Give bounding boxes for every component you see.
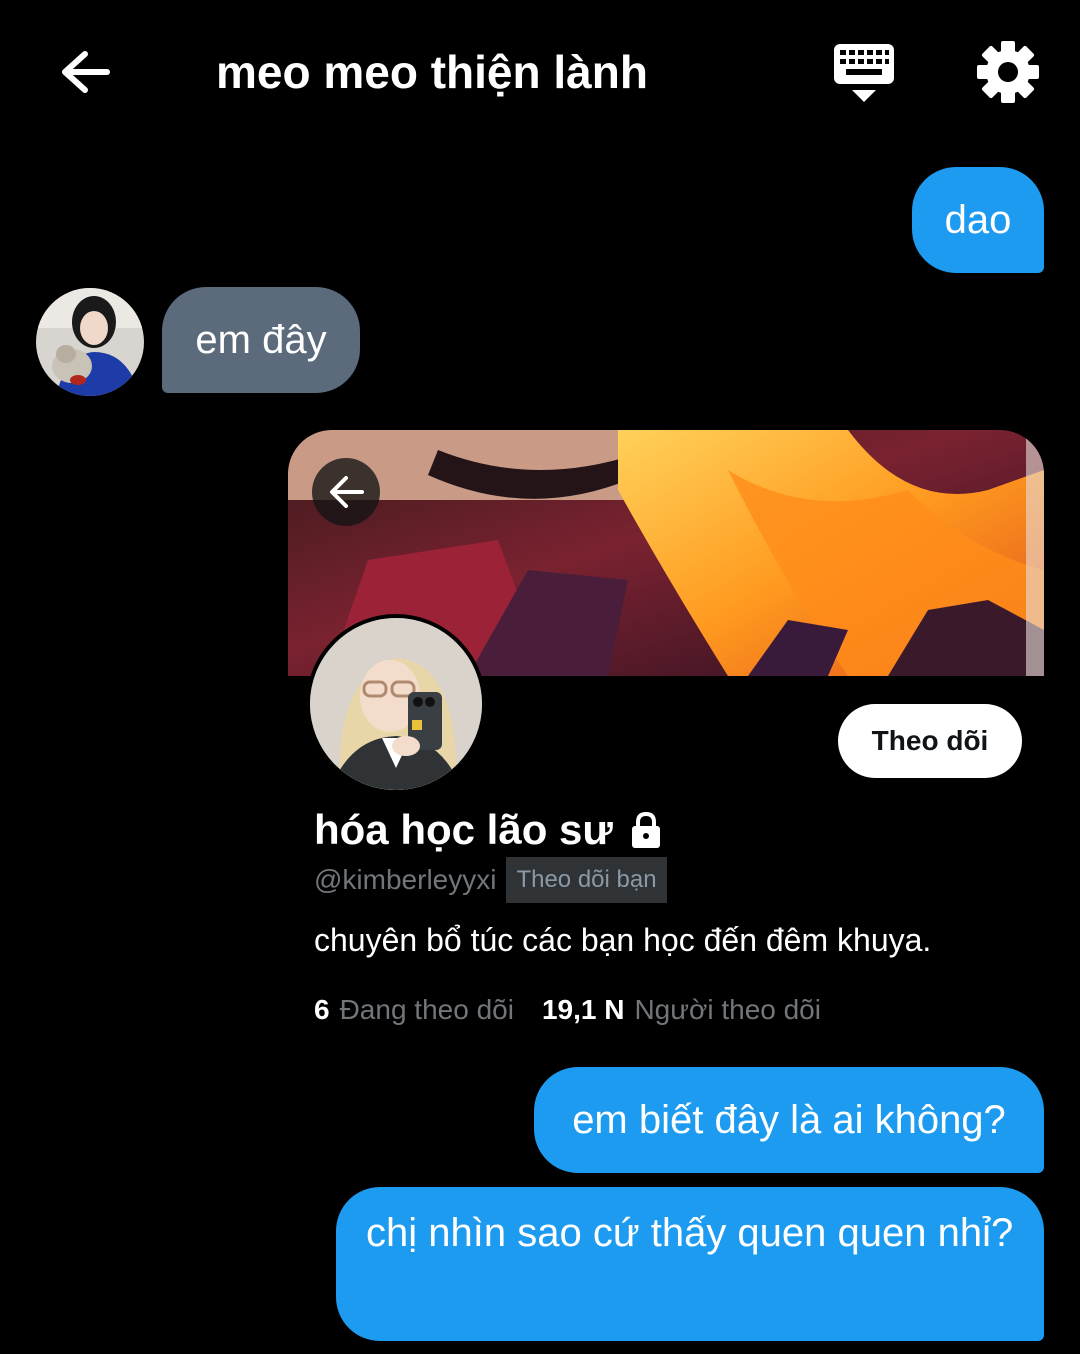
profile-back-button[interactable]: [312, 458, 380, 526]
followers-label: Người theo dõi: [634, 994, 821, 1025]
profile-bio: chuyên bổ túc các bạn học đến đêm khuya.: [314, 922, 932, 958]
avatar-photo: [310, 618, 482, 790]
conversation-title: meo meo thiện lành: [216, 46, 648, 98]
message-bubble-outgoing[interactable]: dao: [912, 167, 1044, 273]
avatar-photo: [36, 288, 144, 396]
followers-stat[interactable]: 19,1 N Người theo dõi: [542, 990, 821, 1030]
contact-avatar[interactable]: [36, 288, 144, 396]
following-label: Đang theo dõi: [339, 994, 514, 1025]
settings-button[interactable]: [972, 36, 1044, 108]
following-stat[interactable]: 6 Đang theo dõi: [314, 990, 514, 1030]
conversation-header: meo meo thiện lành: [0, 0, 1080, 140]
message-bubble-incoming[interactable]: em đây: [162, 287, 360, 393]
profile-handle: @kimberleyyxi: [314, 864, 497, 895]
display-name-text: hóa học lão sư: [314, 806, 613, 853]
following-count: 6: [314, 994, 330, 1025]
gear-icon: [977, 41, 1039, 103]
arrow-left-icon: [62, 51, 110, 93]
lock-icon: [631, 811, 660, 848]
message-bubble-outgoing[interactable]: chị nhìn sao cứ thấy quen quen nhỉ?: [336, 1187, 1044, 1341]
keyboard-toggle-button[interactable]: [826, 38, 902, 108]
profile-stats: 6 Đang theo dõi 19,1 N Người theo dõi: [314, 990, 821, 1030]
profile-display-name: hóa học lão sư: [314, 802, 663, 858]
arrow-left-icon: [330, 476, 364, 508]
follow-button[interactable]: Theo dõi: [838, 704, 1022, 778]
follows-you-badge: Theo dõi bạn: [506, 857, 667, 903]
profile-avatar[interactable]: [306, 614, 486, 794]
shared-profile-card[interactable]: Theo dõi hóa học lão sư @kimberleyyxi Th…: [288, 430, 1044, 1050]
profile-handle-row: @kimberleyyxi Theo dõi bạn: [314, 857, 667, 903]
followers-count: 19,1 N: [541, 994, 625, 1025]
message-bubble-outgoing[interactable]: em biết đây là ai không?: [534, 1067, 1044, 1173]
keyboard-icon: [834, 44, 894, 102]
back-button[interactable]: [52, 40, 116, 104]
